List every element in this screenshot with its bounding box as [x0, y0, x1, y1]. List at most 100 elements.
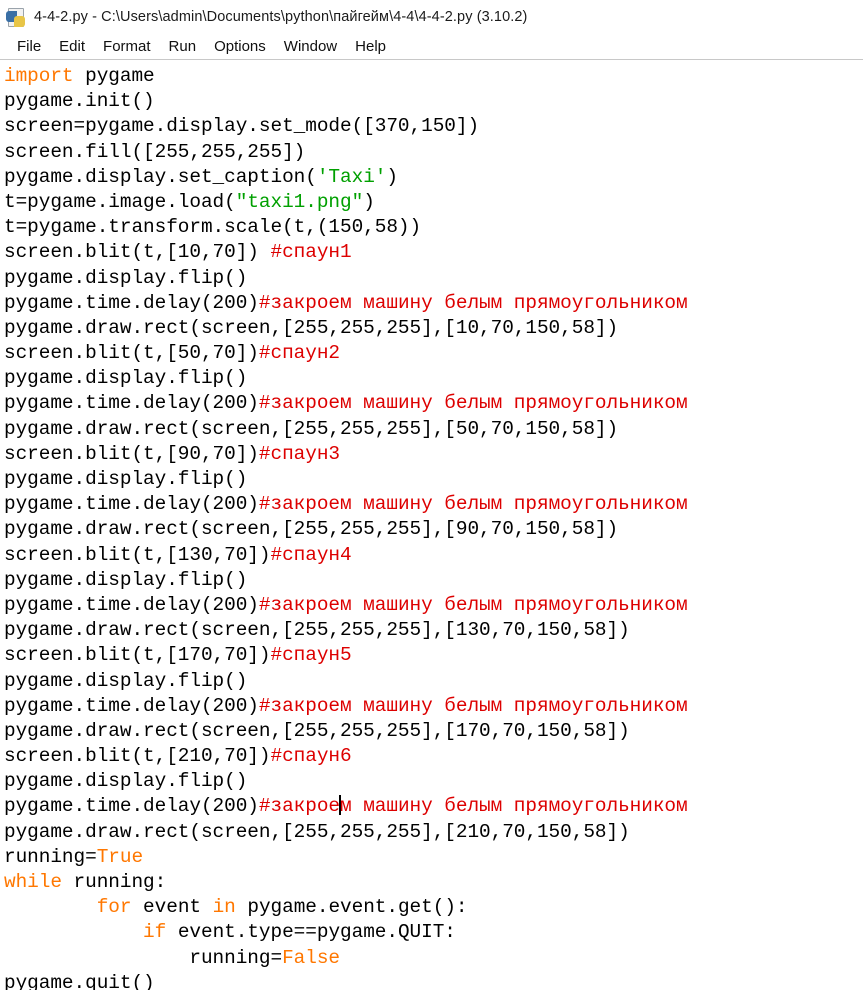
- code-line[interactable]: screen=pygame.display.set_mode([370,150]…: [4, 114, 863, 139]
- code-token-com: #спаун6: [270, 745, 352, 768]
- menu-item-edit[interactable]: Edit: [50, 38, 94, 55]
- code-token-bi: False: [282, 946, 341, 969]
- code-token-plain: pygame.time.delay(200): [4, 694, 259, 717]
- code-line[interactable]: pygame.draw.rect(screen,[255,255,255],[1…: [4, 719, 863, 744]
- code-line[interactable]: for event in pygame.event.get():: [4, 895, 863, 920]
- code-line[interactable]: pygame.draw.rect(screen,[255,255,255],[2…: [4, 820, 863, 845]
- code-line[interactable]: t=pygame.image.load("taxi1.png"): [4, 190, 863, 215]
- code-token-plain: pygame.time.delay(200): [4, 392, 259, 415]
- code-line[interactable]: pygame.display.flip(): [4, 769, 863, 794]
- code-line[interactable]: pygame.display.set_caption('Taxi'): [4, 165, 863, 190]
- menu-item-file[interactable]: File: [8, 38, 50, 55]
- menu-item-run[interactable]: Run: [160, 38, 206, 55]
- code-token-kw: import: [4, 65, 74, 87]
- code-token-plain: screen.blit(t,[50,70]): [4, 342, 259, 365]
- menu-item-options[interactable]: Options: [205, 38, 275, 55]
- code-token-plain: pygame.display.flip(): [4, 468, 248, 490]
- code-line[interactable]: pygame.time.delay(200)#закроем машину бе…: [4, 291, 863, 316]
- code-token-plain: running=: [4, 845, 97, 868]
- code-token-com: #закроем машину белым прямоугольником: [258, 593, 688, 616]
- code-line[interactable]: screen.blit(t,[90,70])#спаун3: [4, 442, 863, 467]
- code-token-plain: t=pygame.transform.scale(t,(150,58)): [4, 216, 422, 239]
- code-token-plain: screen.fill([255,255,255]): [4, 140, 306, 163]
- code-token-plain: pygame.time.delay(200): [4, 291, 259, 314]
- code-token-plain: pygame.display.flip(): [4, 266, 248, 289]
- code-token-plain: running=: [4, 946, 283, 969]
- code-line[interactable]: pygame.display.flip(): [4, 669, 863, 694]
- code-line[interactable]: screen.blit(t,[130,70])#спаун4: [4, 543, 863, 568]
- code-token-com: #закрое: [258, 795, 341, 818]
- code-line[interactable]: running=False: [4, 946, 863, 971]
- code-line[interactable]: pygame.display.flip(): [4, 467, 863, 492]
- code-token-com: #спаун2: [258, 342, 341, 365]
- code-token-plain: event: [131, 896, 213, 919]
- code-line[interactable]: pygame.display.flip(): [4, 266, 863, 291]
- code-line[interactable]: pygame.time.delay(200)#закроем машину бе…: [4, 694, 863, 719]
- code-token-kw: in: [212, 896, 236, 919]
- menu-item-window[interactable]: Window: [275, 38, 346, 55]
- code-line[interactable]: pygame.quit(): [4, 971, 863, 990]
- code-text[interactable]: import pygame pygame.init() screen=pygame.…: [4, 64, 863, 990]
- code-line[interactable]: pygame.time.delay(200)#закроем машину бе…: [4, 492, 863, 517]
- code-token-plain: pygame.display.set_caption(: [4, 165, 317, 188]
- code-line[interactable]: pygame.time.delay(200)#закроем машину бе…: [4, 794, 863, 819]
- code-line[interactable]: pygame.time.delay(200)#закроем машину бе…: [4, 593, 863, 618]
- python-idle-icon: [6, 7, 26, 27]
- code-token-plain: pygame.draw.rect(screen,[255,255,255],[5…: [4, 417, 619, 440]
- code-line[interactable]: screen.blit(t,[10,70]) #спаун1: [4, 240, 863, 265]
- code-token-plain: ): [363, 190, 375, 213]
- code-line[interactable]: pygame.init(): [4, 89, 863, 114]
- code-token-bi: True: [96, 845, 144, 868]
- snake-yellow-shape: [14, 15, 25, 27]
- menu-item-help[interactable]: Help: [346, 38, 395, 55]
- code-token-plain: pygame.time.delay(200): [4, 493, 259, 516]
- code-line[interactable]: screen.blit(t,[170,70])#спаун5: [4, 643, 863, 668]
- code-line[interactable]: t=pygame.transform.scale(t,(150,58)): [4, 215, 863, 240]
- idle-editor-window: 4-4-2.py - C:\Users\admin\Documents\pyth…: [0, 0, 863, 990]
- code-line[interactable]: if event.type==pygame.QUIT:: [4, 920, 863, 945]
- code-token-plain: t=pygame.image.load(: [4, 190, 236, 213]
- code-token-plain: pygame.draw.rect(screen,[255,255,255],[1…: [4, 719, 630, 742]
- code-token-plain: screen.blit(t,[170,70]): [4, 644, 271, 667]
- code-token-plain: running:: [61, 871, 167, 893]
- code-token-com: #закроем машину белым прямоугольником: [258, 392, 688, 415]
- code-token-plain: pygame.init(): [4, 90, 155, 113]
- code-token-plain: pygame.time.delay(200): [4, 795, 259, 818]
- code-line[interactable]: screen.blit(t,[210,70])#спаун6: [4, 744, 863, 769]
- code-token-com: #спаун4: [270, 543, 352, 566]
- code-token-plain: pygame.display.flip(): [4, 568, 248, 591]
- code-token-plain: pygame.draw.rect(screen,[255,255,255],[1…: [4, 316, 619, 339]
- code-token-kw: while: [4, 871, 62, 893]
- menu-item-format[interactable]: Format: [94, 38, 160, 55]
- code-token-plain: screen.blit(t,[210,70]): [4, 745, 271, 768]
- code-line[interactable]: screen.fill([255,255,255]): [4, 140, 863, 165]
- code-token-plain: pygame.draw.rect(screen,[255,255,255],[9…: [4, 518, 619, 541]
- code-line[interactable]: pygame.time.delay(200)#закроем машину бе…: [4, 391, 863, 416]
- code-token-kw: if: [143, 921, 167, 944]
- code-token-com: #закроем машину белым прямоугольником: [258, 291, 688, 314]
- code-token-plain: pygame.draw.rect(screen,[255,255,255],[2…: [4, 820, 630, 843]
- code-token-plain: pygame.display.flip(): [4, 367, 248, 390]
- code-line[interactable]: pygame.display.flip(): [4, 568, 863, 593]
- code-token-plain: pygame.event.get():: [235, 896, 468, 919]
- code-line[interactable]: screen.blit(t,[50,70])#спаун2: [4, 341, 863, 366]
- code-token-plain: screen.blit(t,[130,70]): [4, 543, 271, 566]
- code-line[interactable]: while running:: [4, 870, 863, 895]
- code-token-plain: pygame.quit(): [4, 971, 155, 990]
- code-token-str: 'Taxi': [316, 165, 387, 188]
- code-token-plain: pygame.time.delay(200): [4, 593, 259, 616]
- code-line[interactable]: pygame.draw.rect(screen,[255,255,255],[9…: [4, 517, 863, 542]
- code-token-plain: screen=pygame.display.set_mode([370,150]…: [4, 115, 480, 138]
- code-line[interactable]: running=True: [4, 845, 863, 870]
- code-line[interactable]: pygame.draw.rect(screen,[255,255,255],[5…: [4, 417, 863, 442]
- code-token-com: #спаун5: [270, 644, 352, 667]
- code-line[interactable]: pygame.draw.rect(screen,[255,255,255],[1…: [4, 316, 863, 341]
- code-token-com: м машину белым прямоугольником: [340, 795, 688, 818]
- code-line[interactable]: import pygame: [4, 64, 863, 89]
- code-line[interactable]: pygame.display.flip(): [4, 366, 863, 391]
- code-line[interactable]: pygame.draw.rect(screen,[255,255,255],[1…: [4, 618, 863, 643]
- code-token-plain: ): [386, 165, 398, 188]
- code-editor-area[interactable]: import pygame pygame.init() screen=pygame.…: [0, 60, 863, 990]
